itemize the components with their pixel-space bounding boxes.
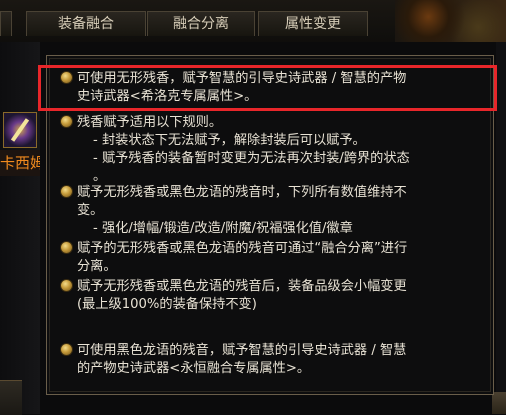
highlight-box [38,65,497,111]
background-artwork [395,0,506,42]
entry-line: 的产物史诗武器<永恒融合专属属性>。 [77,361,311,376]
entry-line: 赋予的无形残香或黑色龙语的残音可通过“融合分离”进行 [77,241,408,256]
entry-line: 变。 [77,203,104,218]
bullet-icon [61,344,72,355]
entry-line: 赋予无形残香或黑色龙语的残音时，下列所有数值维持不 [77,185,407,200]
bullet-icon [61,116,72,127]
entry-subline: - 赋予残香的装备暂时变更为无法再次封装/跨界的状态 [93,151,410,166]
entry-subline: 。 [93,169,107,184]
entry-subline: - 封装状态下无法赋予，解除封装后可以赋予。 [93,133,366,148]
right-corner-frame [492,392,506,414]
tab-fusion-separation[interactable]: 融合分离 [147,11,255,36]
weapon-item-icon[interactable] [3,112,37,148]
bullet-icon [61,280,72,291]
entry-line: 残香赋予适用以下规则。 [77,115,223,130]
entry-line: (最上级100%的装备保持不变) [77,297,257,312]
entry-line: 分离。 [77,259,117,274]
bullet-icon [61,242,72,253]
entry-line: 可使用黑色龙语的残音，赋予智慧的引导史诗武器 / 智慧 [77,343,407,358]
tab-attribute-change[interactable]: 属性变更 [258,11,368,36]
left-panel [0,42,40,414]
left-corner-frame [0,380,22,415]
left-item-name: 卡西姆rt [0,150,40,176]
tab-partial[interactable] [0,11,12,36]
entry-subline: - 强化/增幅/锻造/改造/附魔/祝福强化值/徽章 [93,221,353,236]
bullet-icon [61,186,72,197]
entry-line: 赋予无形残香或黑色龙语的残音后，装备品级会小幅变更 [77,279,407,294]
tab-equipment-fusion[interactable]: 装备融合 [26,11,146,36]
right-panel [496,42,506,414]
